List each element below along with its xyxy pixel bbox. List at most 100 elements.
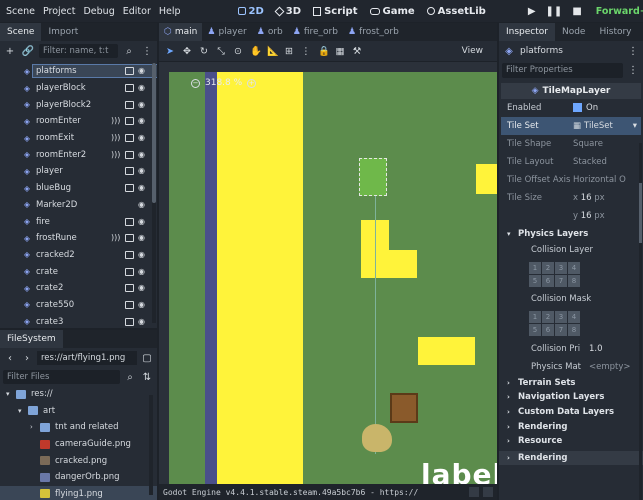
inspector-options-icon[interactable]: ⋮ [626,63,640,77]
menu-scene[interactable]: Scene [2,6,39,17]
signal-icon[interactable]: ))) [111,234,121,242]
physics-material-field[interactable]: <empty> [589,362,639,372]
menu-project[interactable]: Project [39,6,80,17]
scene-node[interactable]: ◈ blueBug ◉ [0,180,157,197]
search-icon[interactable]: ⌕ [122,44,136,58]
scene-node[interactable]: ◈ fire ◉ [0,213,157,230]
script-icon[interactable] [125,217,134,226]
pan-mode-icon[interactable]: ✋ [250,46,262,57]
enabled-checkbox[interactable]: On [573,103,639,113]
scene-node[interactable]: ◈ roomEnter2))) ◉ [0,146,157,163]
collision-mask-grid[interactable]: 1 2 3 4 5 6 7 8 [529,310,643,336]
pause-icon[interactable]: ❚❚ [546,6,563,17]
tab-inspector[interactable]: Inspector [499,23,555,41]
scene-settings-icon[interactable]: ⋮ [140,44,154,58]
add-node-icon[interactable]: + [3,44,17,58]
script-icon[interactable] [125,300,134,309]
select-mode-icon[interactable]: ➤ [165,46,175,57]
view-menu[interactable]: View [462,46,483,56]
sort-icon[interactable]: ⇅ [140,370,154,384]
scene-node[interactable]: ◈ roomEnter))) ◉ [0,113,157,130]
filesystem-path-input[interactable]: res://art/flying1.png [37,351,137,365]
inspected-object-name[interactable]: platforms [520,46,622,56]
tab-filesystem[interactable]: FileSystem [0,330,63,348]
section-navigation-layers[interactable]: › Navigation Layers [499,390,643,405]
canvas-viewport[interactable]: label − 318.8 % + [159,62,497,484]
script-icon[interactable] [125,234,134,243]
chevron-down-icon[interactable]: ▾ [6,390,14,398]
script-icon[interactable] [125,100,134,109]
visibility-eye-icon[interactable]: ◉ [138,67,147,75]
script-icon[interactable] [125,167,134,176]
script-icon[interactable] [125,117,134,126]
script-icon[interactable] [125,84,134,93]
visibility-eye-icon[interactable]: ◉ [138,84,147,92]
workspace-assetlib[interactable]: AssetLib [421,6,492,17]
tab-orb[interactable]: ♟ orb [252,23,288,41]
scene-node[interactable]: ◈ playerBlock2 ◉ [0,96,157,113]
script-icon[interactable] [125,184,134,193]
signal-icon[interactable]: ))) [111,150,121,159]
script-icon[interactable] [125,134,134,143]
visibility-eye-icon[interactable]: ◉ [138,217,147,226]
label-node-text[interactable]: label [421,458,497,484]
chevron-down-icon[interactable]: › [30,423,38,431]
copy-output-icon[interactable] [483,487,493,497]
tile-size-x[interactable]: x 16 px [573,193,639,203]
play-icon[interactable]: ▶ [528,6,536,17]
clear-output-icon[interactable] [469,487,479,497]
scene-node[interactable]: ◈ player ◉ [0,163,157,180]
zoom-in-icon[interactable]: + [247,78,257,88]
stop-icon[interactable]: ■ [572,6,581,17]
workspace-3d[interactable]: 3D [270,6,307,17]
visibility-eye-icon[interactable]: ◉ [138,267,147,276]
signal-icon[interactable]: ))) [111,117,121,125]
tile-set-resource[interactable]: ▦ TileSet ▾ [573,121,637,131]
file-item[interactable]: dangerOrb.png [0,469,157,486]
vertical-ruler[interactable] [159,62,169,484]
object-menu-icon[interactable]: ⋮ [626,44,640,58]
workspace-script[interactable]: Script [307,6,363,17]
tile-size-y[interactable]: y 16 px [573,211,639,221]
visibility-eye-icon[interactable]: ◉ [138,284,147,292]
script-icon[interactable] [125,150,134,159]
script-icon[interactable] [125,250,134,259]
back-icon[interactable]: ‹ [3,351,17,365]
visibility-eye-icon[interactable]: ◉ [138,250,147,259]
chevron-down-icon[interactable]: ▾ [633,121,637,131]
renderer-selector[interactable]: Forward+ [596,6,643,17]
visibility-eye-icon[interactable]: ◉ [138,150,147,159]
script-icon[interactable] [125,67,134,76]
lock-icon[interactable]: 🔒 [318,46,330,57]
rotate-mode-icon[interactable]: ↻ [199,46,209,57]
bush-sprite[interactable] [362,424,392,452]
collision-priority-field[interactable]: 1.0 [589,344,639,354]
collision-layer-grid[interactable]: 1 2 3 4 5 6 7 8 [529,261,643,287]
forward-icon[interactable]: › [20,351,34,365]
tab-player[interactable]: ♟ player [202,23,251,41]
tab-scene[interactable]: Scene [0,23,42,41]
tab-history[interactable]: History [592,23,638,41]
inspector-scrollbar[interactable] [639,143,642,500]
scene-node[interactable]: ◈ crate3 ◉ [0,313,157,328]
visibility-eye-icon[interactable]: ◉ [138,134,147,142]
scale-mode-icon[interactable]: ⤡ [216,46,226,57]
section-custom-data-layers[interactable]: › Custom Data Layers [499,405,643,420]
bone-icon[interactable]: ⚒ [352,46,362,57]
search-icon[interactable]: ⌕ [123,370,137,384]
chevron-down-icon[interactable]: ▾ [18,407,26,415]
folder-item[interactable]: ▾ art [0,403,157,420]
tab-fire-orb[interactable]: ♟ fire_orb [288,23,343,41]
menu-debug[interactable]: Debug [79,6,118,17]
ruler-icon[interactable]: 📐 [267,46,279,57]
section-rendering-node[interactable]: › Rendering [499,450,643,466]
section-rendering[interactable]: › Rendering [499,419,643,434]
tab-frost-orb[interactable]: ♟ frost_orb [343,23,404,41]
scene-node[interactable]: ◈ cracked2 ◉ [0,247,157,264]
section-terrain-sets[interactable]: › Terrain Sets [499,376,643,391]
file-item[interactable]: cameraGuide.png [0,436,157,453]
scene-node[interactable]: ◈ frostRune))) ◉ [0,230,157,247]
scene-node[interactable]: ◈ Marker2D ◉ [0,197,157,214]
script-icon[interactable] [125,267,134,276]
crate-sprite[interactable] [390,393,418,423]
